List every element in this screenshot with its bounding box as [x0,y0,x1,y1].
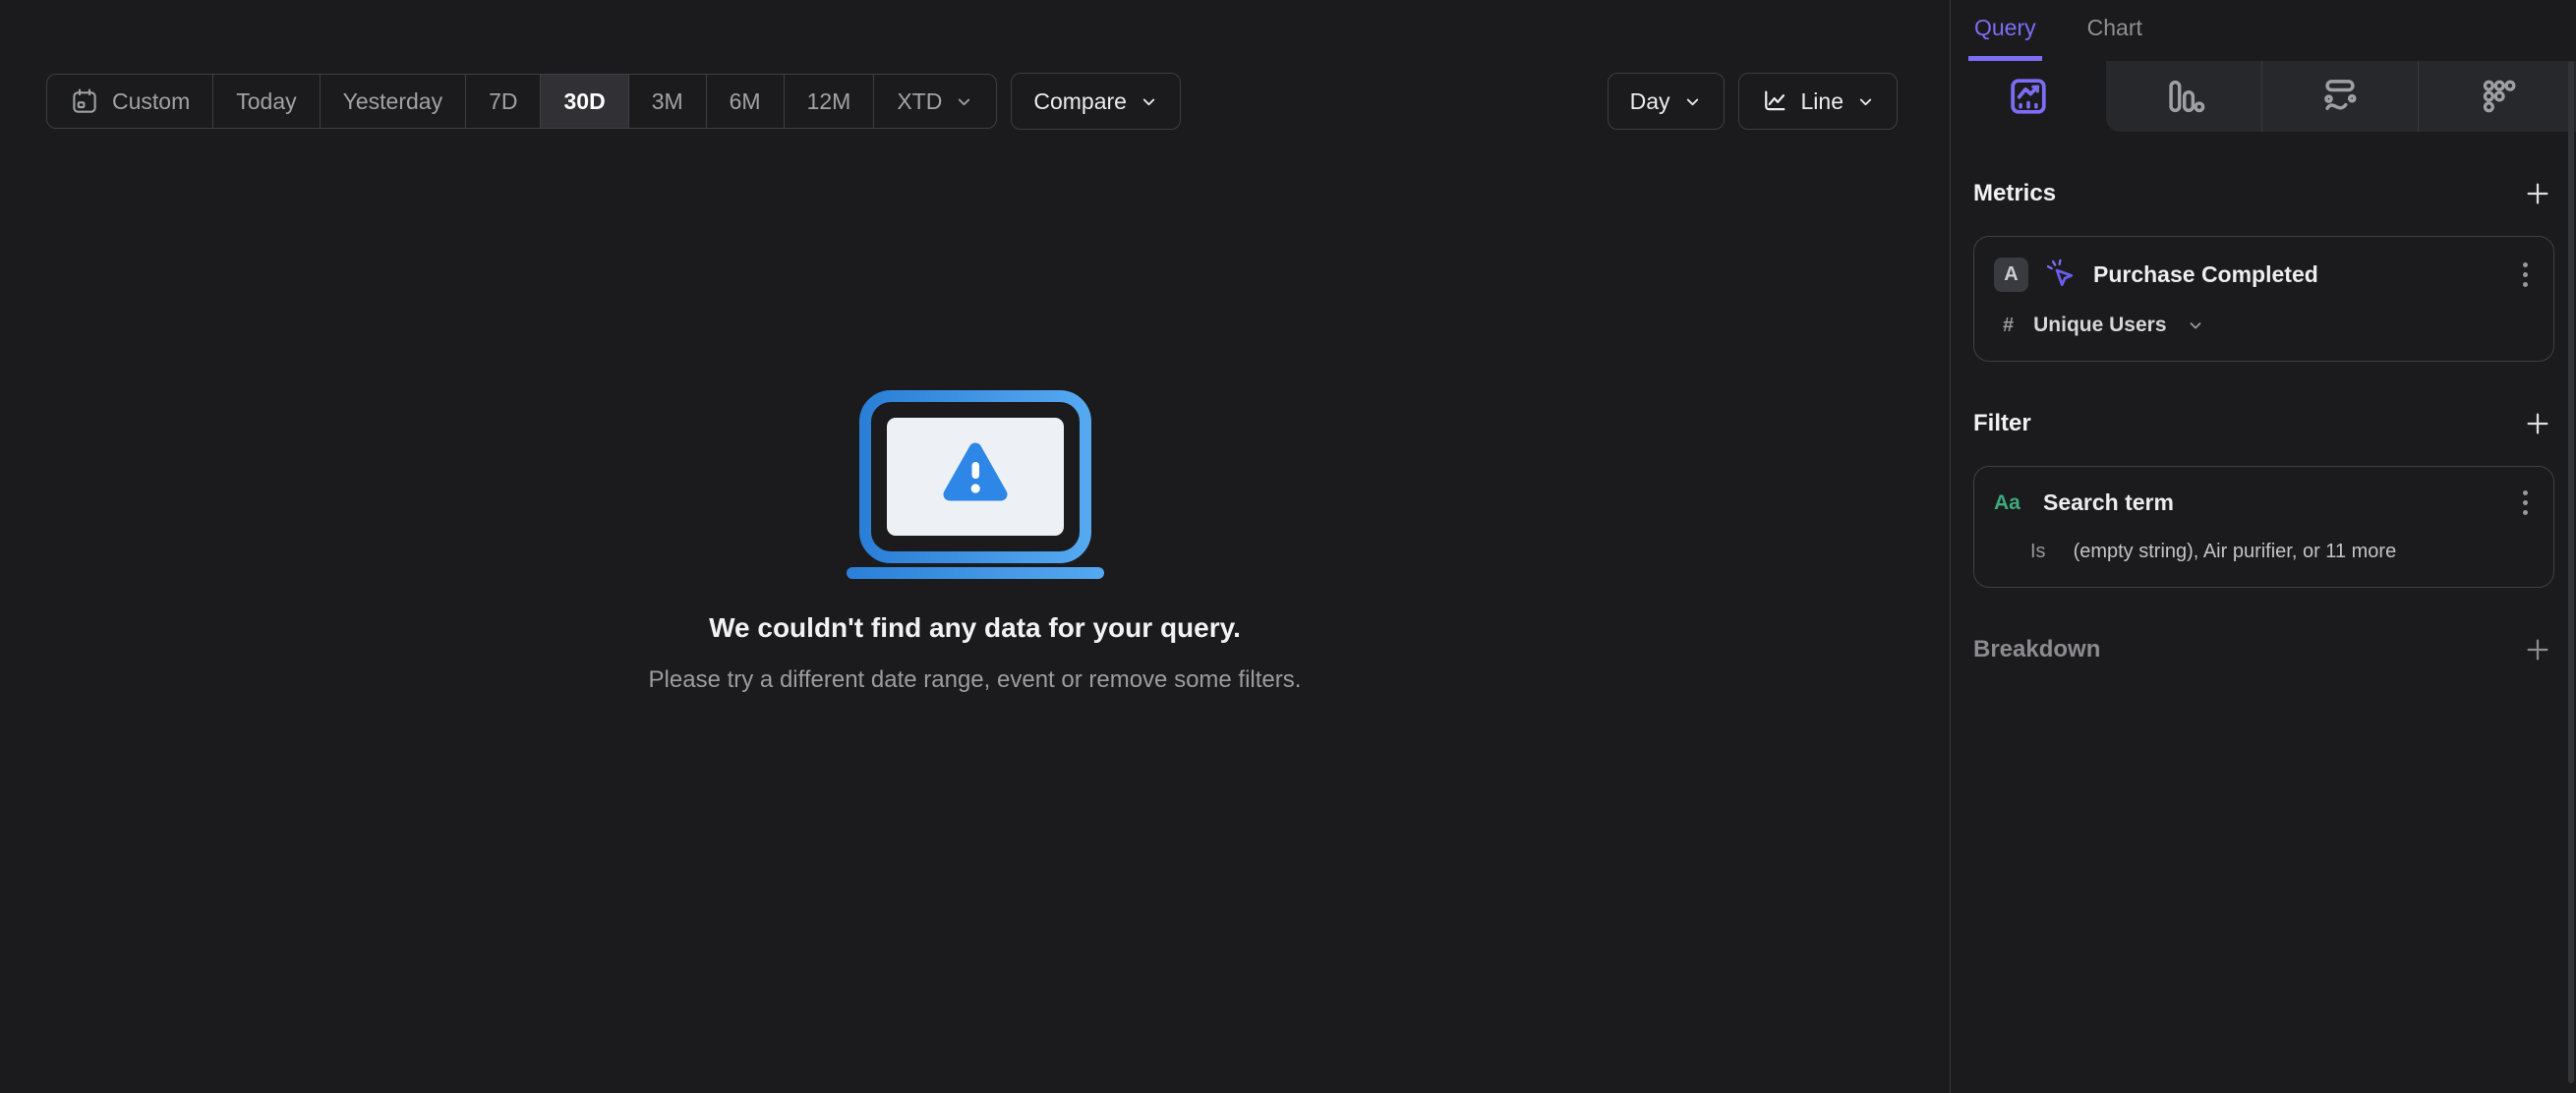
metric-options-kebab-icon[interactable] [2517,259,2534,291]
filter-card[interactable]: Aa Search term Is (empty string), Air pu… [1973,466,2554,588]
range-12m-button[interactable]: 12M [785,75,875,128]
view-tab-insights[interactable] [1951,61,2106,132]
chevron-down-icon [1140,92,1158,111]
metric-card-header: A Purchase Completed [1994,257,2534,292]
metric-card[interactable]: A Purchase Completed # Unique Users [1973,236,2554,362]
calendar-icon [70,86,99,116]
query-builder-body: Metrics A Purchase Completed # Unique Us… [1951,177,2576,666]
query-builder-sidebar: Query Chart Metrics A Purchase Completed… [1950,0,2576,1093]
event-click-icon [2043,257,2078,292]
funnels-icon [2161,74,2206,119]
range-label: Today [236,87,297,114]
metric-letter-badge: A [1994,257,2028,292]
range-label: 7D [489,87,518,114]
view-tab-more-reports[interactable] [2419,61,2576,132]
granularity-label: Day [1629,87,1670,114]
query-toolbar: Custom Today Yesterday 7D 30D 3M 6M 12M … [46,73,1898,130]
granularity-button[interactable]: Day [1607,73,1725,130]
filter-operator: Is [2030,541,2046,562]
range-yesterday-button[interactable]: Yesterday [321,75,467,128]
chevron-down-icon [1856,92,1875,111]
tab-query[interactable]: Query [1968,0,2042,61]
filter-heading: Filter [1973,410,2031,436]
aggregation-symbol: # [2003,314,2015,336]
view-tab-flows[interactable] [2262,61,2419,132]
range-today-button[interactable]: Today [213,75,321,128]
empty-state: We couldn't find any data for your query… [0,390,1950,694]
view-tab-funnels[interactable] [2106,61,2262,132]
range-custom-button[interactable]: Custom [47,75,214,128]
chevron-down-icon [1683,92,1702,111]
empty-state-title: We couldn't find any data for your query… [709,612,1241,643]
range-label: XTD [897,87,943,114]
insights-icon [2006,74,2051,119]
chevron-down-icon [2187,316,2204,334]
report-type-tabs [1951,61,2576,132]
filter-section-header: Filter [1973,407,2554,440]
range-label: Custom [112,87,191,114]
plus-icon [2523,179,2552,208]
compare-label: Compare [1033,87,1127,114]
range-label: 30D [563,87,606,114]
range-label: 12M [806,87,851,114]
plus-icon [2523,409,2552,438]
chart-type-button[interactable]: Line [1737,73,1898,130]
range-xtd-dropdown[interactable]: XTD [874,75,996,128]
date-range-selector: Custom Today Yesterday 7D 30D 3M 6M 12M … [46,74,998,129]
range-7d-button[interactable]: 7D [466,75,542,128]
filter-options-kebab-icon[interactable] [2517,487,2534,519]
chart-type-label: Line [1800,87,1844,114]
range-label: 3M [651,87,683,114]
no-data-laptop-icon [846,390,1104,579]
compare-button[interactable]: Compare [1011,73,1181,130]
metrics-section-header: Metrics [1973,177,2554,210]
range-label: 6M [729,87,761,114]
range-30d-button[interactable]: 30D [541,75,629,128]
breakdown-section-header: Breakdown [1973,633,2554,666]
filter-condition[interactable]: Is (empty string), Air purifier, or 11 m… [1994,541,2534,563]
flows-icon [2317,74,2363,119]
range-label: Yesterday [342,87,443,114]
plus-icon [2523,635,2552,664]
metric-event-name[interactable]: Purchase Completed [2093,261,2502,288]
add-breakdown-button[interactable] [2521,633,2554,666]
filter-values: (empty string), Air purifier, or 11 more [2073,541,2397,562]
filter-card-header: Aa Search term [1994,487,2534,519]
metric-aggregation-selector[interactable]: # Unique Users [1994,314,2534,337]
add-filter-button[interactable] [2521,407,2554,440]
chevron-down-icon [955,92,973,111]
add-metric-button[interactable] [2521,177,2554,210]
filter-property-name[interactable]: Search term [2043,489,2502,516]
line-chart-icon [1761,87,1788,115]
range-6m-button[interactable]: 6M [707,75,785,128]
empty-state-subtitle: Please try a different date range, event… [648,666,1302,693]
text-property-icon: Aa [1994,490,2020,514]
breakdown-heading: Breakdown [1973,636,2101,662]
sidebar-scrollbar[interactable] [2568,61,2574,1083]
tab-chart[interactable]: Chart [2081,0,2148,61]
more-reports-icon [2475,74,2520,119]
metrics-heading: Metrics [1973,180,2057,206]
main-content-area: Custom Today Yesterday 7D 30D 3M 6M 12M … [0,0,1950,1093]
aggregation-label: Unique Users [2033,314,2167,336]
app-root: Custom Today Yesterday 7D 30D 3M 6M 12M … [0,0,2576,1093]
range-3m-button[interactable]: 3M [629,75,707,128]
sidebar-tabs: Query Chart [1951,0,2576,61]
